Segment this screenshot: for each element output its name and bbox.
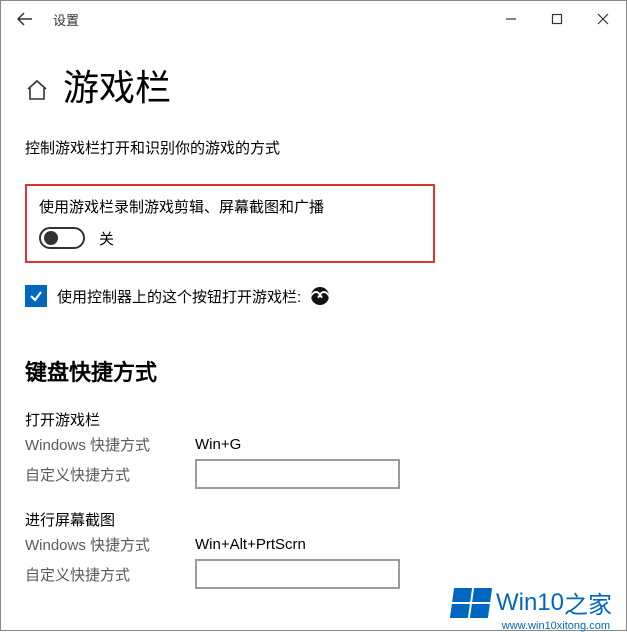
shortcut-custom-input[interactable] xyxy=(195,459,400,489)
minimize-icon xyxy=(505,13,517,25)
controller-checkbox-label: 使用控制器上的这个按钮打开游戏栏: xyxy=(57,286,301,307)
home-icon[interactable] xyxy=(25,78,49,102)
page-header: 游戏栏 xyxy=(25,59,602,111)
shortcut-group-title: 打开游戏栏 xyxy=(25,409,602,430)
shortcut-windows-label: Windows 快捷方式 xyxy=(25,534,195,555)
controller-checkbox[interactable] xyxy=(25,285,47,307)
gamebar-toggle-label: 使用游戏栏录制游戏剪辑、屏幕截图和广播 xyxy=(39,196,421,217)
watermark: Win10之家 xyxy=(452,585,612,620)
gamebar-toggle-row: 关 xyxy=(39,227,421,249)
xbox-icon xyxy=(311,287,329,305)
close-button[interactable] xyxy=(580,1,626,37)
back-arrow-icon xyxy=(16,10,34,28)
checkmark-icon xyxy=(28,288,44,304)
shortcut-custom-row: 自定义快捷方式 xyxy=(25,459,602,489)
windows-logo-icon xyxy=(450,588,492,618)
close-icon xyxy=(597,13,609,25)
shortcut-custom-input[interactable] xyxy=(195,559,400,589)
page-description: 控制游戏栏打开和识别你的游戏的方式 xyxy=(25,137,602,158)
shortcut-windows-row: Windows 快捷方式 Win+Alt+PrtScrn xyxy=(25,534,602,555)
shortcuts-heading: 键盘快捷方式 xyxy=(25,355,602,387)
titlebar: 设置 xyxy=(1,1,626,37)
watermark-suffix: 之家 xyxy=(564,585,612,620)
shortcut-windows-value: Win+G xyxy=(195,436,241,453)
maximize-icon xyxy=(551,13,563,25)
window-controls xyxy=(488,1,626,37)
highlight-box: 使用游戏栏录制游戏剪辑、屏幕截图和广播 关 xyxy=(25,184,435,263)
maximize-button[interactable] xyxy=(534,1,580,37)
shortcut-windows-value: Win+Alt+PrtScrn xyxy=(195,536,306,553)
window-title: 设置 xyxy=(49,10,79,29)
shortcut-windows-label: Windows 快捷方式 xyxy=(25,434,195,455)
page-title: 游戏栏 xyxy=(63,59,171,111)
gamebar-toggle-state: 关 xyxy=(99,228,114,249)
shortcut-group-title: 进行屏幕截图 xyxy=(25,509,602,530)
back-button[interactable] xyxy=(1,1,49,37)
minimize-button[interactable] xyxy=(488,1,534,37)
watermark-brand: Win10 xyxy=(496,589,564,617)
shortcut-windows-row: Windows 快捷方式 Win+G xyxy=(25,434,602,455)
shortcut-custom-label: 自定义快捷方式 xyxy=(25,464,195,485)
shortcut-custom-label: 自定义快捷方式 xyxy=(25,564,195,585)
gamebar-toggle[interactable] xyxy=(39,227,85,249)
watermark-url: www.win10xitong.com xyxy=(502,620,610,632)
controller-checkbox-row: 使用控制器上的这个按钮打开游戏栏: xyxy=(25,285,602,307)
content-area: 游戏栏 控制游戏栏打开和识别你的游戏的方式 使用游戏栏录制游戏剪辑、屏幕截图和广… xyxy=(1,37,626,589)
